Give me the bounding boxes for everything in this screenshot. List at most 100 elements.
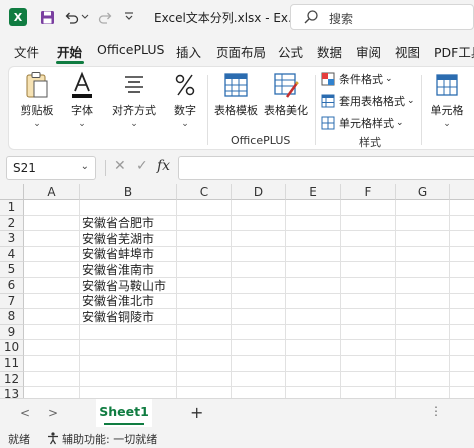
column-header-b[interactable]: B xyxy=(80,184,177,200)
row-header-4[interactable]: 4 xyxy=(0,246,24,263)
cancel-icon[interactable]: ✕ xyxy=(114,158,126,174)
gridline xyxy=(24,370,474,372)
ribbon: 剪贴板 ⌄ 字体 ⌄ 对齐方式 ⌄ 数字 ⌄ 表格模板 表格美化 OfficeP xyxy=(0,64,474,152)
column-header-a[interactable]: A xyxy=(24,184,80,200)
status-ready: 就绪 xyxy=(8,433,30,446)
gridline xyxy=(24,339,474,341)
cell-styles-icon xyxy=(321,116,335,130)
row-header-5[interactable]: 5 xyxy=(0,262,24,278)
chevron-down-icon: ⌄ xyxy=(181,119,189,129)
cell-b7[interactable]: 安徽省淮北市 xyxy=(82,294,154,310)
row-header-11[interactable]: 11 xyxy=(0,356,24,372)
row-header-6[interactable]: 6 xyxy=(0,278,24,294)
search-input[interactable]: 搜索 xyxy=(290,4,474,30)
chevron-down-icon: ⌄ xyxy=(33,119,41,129)
tab-data[interactable]: 数据 xyxy=(317,42,342,61)
alignment-button[interactable]: 对齐方式 ⌄ xyxy=(109,71,159,129)
tab-file[interactable]: 文件 xyxy=(14,42,39,61)
percent-icon xyxy=(175,74,195,96)
conditional-format-button[interactable]: 条件格式 ⌄ xyxy=(321,71,393,87)
row-header-3[interactable]: 3 xyxy=(0,231,24,247)
cell-b2[interactable]: 安徽省合肥市 xyxy=(82,216,154,232)
cell-b3[interactable]: 安徽省芜湖市 xyxy=(82,232,154,248)
row-header-8[interactable]: 8 xyxy=(0,309,24,325)
table-beautify-label: 表格美化 xyxy=(264,104,308,117)
column-header-h[interactable] xyxy=(450,184,474,200)
row-header-12[interactable]: 12 xyxy=(0,371,24,388)
table-beautify-icon xyxy=(274,73,299,98)
alignment-label: 对齐方式 xyxy=(112,104,156,117)
cell-styles-label: 单元格样式 xyxy=(339,117,394,130)
clipboard-button[interactable]: 剪贴板 ⌄ xyxy=(17,71,57,129)
next-sheet-icon[interactable]: > xyxy=(48,406,58,420)
add-sheet-button[interactable]: + xyxy=(190,403,203,422)
name-box[interactable]: S21 ⌄ xyxy=(6,156,96,180)
excel-logo-icon: X xyxy=(9,8,27,26)
accessibility-status[interactable]: 辅助功能: 一切就绪 xyxy=(62,431,157,447)
column-header-d[interactable]: D xyxy=(232,184,286,200)
search-placeholder: 搜索 xyxy=(329,12,354,26)
column-header-e[interactable]: E xyxy=(286,184,341,200)
tab-formulas[interactable]: 公式 xyxy=(278,42,303,61)
ribbon-tabs: 文件 开始 OfficePLUS 插入 页面布局 公式 数据 审阅 视图 PDF… xyxy=(0,34,474,64)
formula-input[interactable] xyxy=(178,156,474,180)
number-button[interactable]: 数字 ⌄ xyxy=(167,71,203,129)
row-header-9[interactable]: 9 xyxy=(0,324,24,341)
number-label: 数字 xyxy=(174,104,196,117)
row-header-10[interactable]: 10 xyxy=(0,340,24,356)
prev-sheet-icon[interactable]: < xyxy=(20,406,30,420)
ribbon-separator xyxy=(207,75,208,145)
formula-separator xyxy=(105,160,106,176)
align-icon xyxy=(125,76,143,93)
select-all-corner[interactable] xyxy=(0,184,24,200)
styles-group-label: 样式 xyxy=(359,136,381,149)
cell-b4[interactable]: 安徽省蚌埠市 xyxy=(82,247,154,263)
cells-icon xyxy=(436,74,458,96)
row-header-7[interactable]: 7 xyxy=(0,293,24,310)
officeplus-group-label: OfficePLUS xyxy=(231,134,291,147)
cell-b5[interactable]: 安徽省淮南市 xyxy=(82,263,154,279)
cell-b6[interactable]: 安徽省马鞍山市 xyxy=(82,279,166,295)
ribbon-separator xyxy=(315,75,316,145)
cell-styles-button[interactable]: 单元格样式 ⌄ xyxy=(321,115,404,131)
sheet-tab-bar: < > Sheet1 + ⋮ xyxy=(0,398,474,428)
table-template-button[interactable]: 表格模板 xyxy=(213,71,259,118)
tab-insert[interactable]: 插入 xyxy=(176,42,201,61)
undo-dropdown-icon[interactable] xyxy=(80,8,90,26)
insert-function-icon[interactable]: fx xyxy=(157,158,170,174)
redo-icon[interactable] xyxy=(96,8,114,26)
clipboard-label: 剪贴板 xyxy=(20,104,54,117)
row-header-1[interactable]: 1 xyxy=(0,200,24,216)
cells-label: 单元格 xyxy=(430,104,464,117)
tab-pdf-tools[interactable]: PDF工具 xyxy=(434,42,474,61)
column-header-f[interactable]: F xyxy=(341,184,396,200)
ribbon-separator xyxy=(421,75,422,145)
font-label: 字体 xyxy=(71,104,93,117)
spreadsheet-grid[interactable]: A B C D E F G 1 2 安徽省合肥市 3 安徽省芜湖市 4 安徽省蚌埠市 5 安徽省… xyxy=(0,184,474,403)
font-button[interactable]: 字体 ⌄ xyxy=(63,71,101,129)
row-header-2[interactable]: 2 xyxy=(0,215,24,232)
chevron-down-icon: ⌄ xyxy=(443,119,451,129)
chevron-down-icon: ⌄ xyxy=(78,119,86,129)
column-header-c[interactable]: C xyxy=(177,184,232,200)
more-sheets-icon[interactable]: ⋮ xyxy=(430,404,442,418)
table-template-icon xyxy=(224,73,248,97)
table-beautify-button[interactable]: 表格美化 xyxy=(263,71,309,118)
gridline xyxy=(24,355,474,356)
tab-home[interactable]: 开始 xyxy=(57,42,82,61)
cells-button[interactable]: 单元格 ⌄ xyxy=(427,71,467,129)
active-sheet-indicator xyxy=(104,423,144,425)
tab-view[interactable]: 视图 xyxy=(395,42,420,61)
cell-b8[interactable]: 安徽省铜陵市 xyxy=(82,310,154,326)
title-bar: X Excel文本分列.xlsx - Ex… 搜索 xyxy=(0,0,474,34)
save-icon[interactable] xyxy=(38,8,56,26)
confirm-icon[interactable]: ✓ xyxy=(136,158,148,174)
more-icon[interactable] xyxy=(120,8,138,26)
tab-review[interactable]: 审阅 xyxy=(356,42,381,61)
tab-page-layout[interactable]: 页面布局 xyxy=(216,42,266,61)
column-header-g[interactable]: G xyxy=(396,184,450,200)
tab-officeplus[interactable]: OfficePLUS xyxy=(97,42,164,57)
format-as-table-button[interactable]: 套用表格格式 ⌄ xyxy=(321,93,415,109)
undo-icon[interactable] xyxy=(62,8,80,26)
table-template-label: 表格模板 xyxy=(214,104,258,117)
